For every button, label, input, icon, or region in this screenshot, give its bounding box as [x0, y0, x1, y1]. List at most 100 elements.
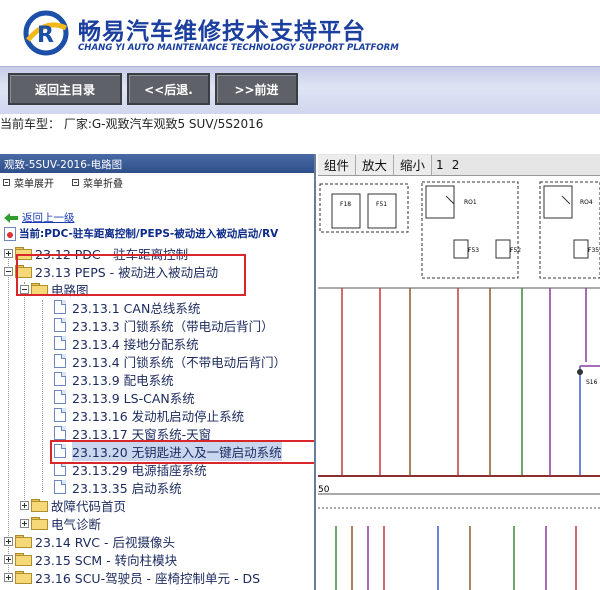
tree-item-scm[interactable]: 23.15 SCM - 转向柱模块 — [4, 550, 177, 568]
document-icon — [54, 354, 66, 368]
expand-toggle-icon[interactable] — [4, 572, 13, 582]
nav-toolbar: 返回主目录 <<后退. >>前进 — [0, 66, 600, 114]
tree-item-label: 23.13.9 配电系统 — [72, 372, 174, 388]
tree-item-label: 23.13.1 CAN总线系统 — [72, 300, 201, 316]
diagram-left-number: 50 — [318, 485, 330, 495]
current-vehicle: 当前车型： 厂家:G-观致汽车观致5 SUV/5S2016 — [0, 114, 600, 154]
tree-item-peps[interactable]: 23.13 PEPS - 被动进入被动启动 — [4, 262, 218, 280]
diagram-toolbar: 组件 放大 缩小 1 2 — [318, 154, 600, 176]
brand-subtitle: CHANG YI AUTO MAINTENANCE TECHNOLOGY SUP… — [78, 43, 399, 53]
tree-item-doc[interactable]: 23.13.16 发动机启动停止系统 — [54, 406, 244, 424]
back-arrow-icon — [4, 212, 18, 223]
app-header: R 畅易汽车维修技术支持平台 CHANG YI AUTO MAINTENANCE… — [0, 0, 600, 64]
tree-item-doc[interactable]: 23.13.17 天窗系统-天窗 — [54, 424, 211, 442]
document-icon — [54, 372, 66, 386]
fuse-label-f18: F18 — [340, 201, 351, 208]
tree-item-doc[interactable]: 23.13.9 LS-CAN系统 — [54, 388, 195, 406]
document-icon — [54, 318, 66, 332]
brand-logo-icon: R — [23, 10, 69, 56]
tree-item-label: 23.16 SCU-驾驶员 - 座椅控制单元 - DS — [35, 570, 261, 586]
page-1-link[interactable]: 1 — [432, 158, 448, 172]
document-icon — [54, 462, 66, 476]
back-button[interactable]: <<后退. — [127, 73, 210, 105]
tree-item-label: 23.13.9 LS-CAN系统 — [72, 390, 195, 406]
tree-item-doc[interactable]: 23.13.4 接地分配系统 — [54, 334, 199, 352]
folder-icon — [15, 247, 32, 260]
folder-icon — [31, 499, 48, 512]
expand-toggle-icon[interactable] — [4, 554, 13, 564]
expand-icon — [3, 178, 10, 186]
document-icon — [54, 300, 66, 314]
tree-item-label: 23.12 PDC - 驻车距离控制 — [35, 246, 189, 262]
up-level-link[interactable]: 返回上一级 — [4, 210, 75, 225]
menu-controls: 菜单展开 菜单折叠 — [0, 173, 314, 191]
current-path-text: 当前:PDC-驻车距离控制/PEPS-被动进入被动启动/RV — [19, 228, 279, 240]
tree-item-diagnosis[interactable]: 电气诊断 — [20, 514, 101, 532]
zoom-in-button[interactable]: 放大 — [356, 154, 395, 175]
document-icon — [54, 408, 66, 422]
tree-item-label: 电路图 — [51, 282, 89, 298]
tree-item-label: 23.13.16 发动机启动停止系统 — [72, 408, 245, 424]
page-2-link[interactable]: 2 — [448, 158, 464, 172]
tree-item-label: 23.13.35 启动系统 — [72, 480, 182, 496]
current-path: 当前:PDC-驻车距离控制/PEPS-被动进入被动启动/RV — [4, 226, 278, 241]
panel-title: 观致-5SUV-2016-电路图 — [0, 154, 314, 173]
fuse-label-f51: F51 — [376, 201, 387, 208]
tree-panel: 观致-5SUV-2016-电路图 菜单展开 菜单折叠 返回上一级 当前:PDC-… — [0, 154, 316, 590]
tree-item-pdc[interactable]: 23.12 PDC - 驻车距离控制 — [4, 244, 188, 262]
tree-item-circuit-diagrams[interactable]: 电路图 — [20, 280, 89, 298]
fuse-label-f52: F52 — [510, 247, 521, 254]
brand-title: 畅易汽车维修技术支持平台 — [78, 19, 366, 45]
tree-item-doc[interactable]: 23.13.1 CAN总线系统 — [54, 298, 200, 316]
folder-open-icon — [15, 265, 32, 278]
diagram-panel: 组件 放大 缩小 1 2 F18 F51 RO1 F53 F52 RO4 F35 — [318, 154, 600, 590]
tree-item-label: 23.13.3 门锁系统（带电动后背门） — [72, 318, 274, 334]
collapse-toggle-icon[interactable] — [4, 266, 13, 276]
up-level-label: 返回上一级 — [22, 212, 75, 224]
tree-item-doc[interactable]: 23.13.29 电源插座系统 — [54, 460, 207, 478]
folder-icon — [15, 535, 32, 548]
tree-item-label: 23.13.4 接地分配系统 — [72, 336, 199, 352]
tree-item-doc[interactable]: 23.13.9 配电系统 — [54, 370, 174, 388]
home-button[interactable]: 返回主目录 — [8, 73, 122, 105]
menu-expand-link[interactable]: 菜单展开 — [14, 175, 54, 190]
document-icon — [54, 480, 66, 494]
expand-toggle-icon[interactable] — [20, 518, 29, 528]
expand-toggle-icon[interactable] — [20, 500, 29, 510]
folder-icon — [31, 517, 48, 530]
tree-item-doc[interactable]: 23.13.35 启动系统 — [54, 478, 182, 496]
tree-item-label: 23.13.29 电源插座系统 — [72, 462, 207, 478]
relay-label-ro1: RO1 — [464, 199, 477, 206]
folder-icon — [15, 571, 32, 584]
zoom-out-button[interactable]: 缩小 — [394, 154, 433, 175]
tree-item-scu[interactable]: 23.16 SCU-驾驶员 - 座椅控制单元 - DS — [4, 568, 260, 586]
document-icon — [54, 336, 66, 350]
fuse-label-f53: F53 — [468, 247, 479, 254]
tree-item-label: 23.13.20 无钥匙进入及一键启动系统 — [72, 441, 282, 461]
fuse-label-f35: F35 — [588, 247, 599, 254]
tree-item-label: 电气诊断 — [51, 516, 102, 532]
tree-item-fault-codes[interactable]: 故障代码首页 — [20, 496, 126, 514]
document-icon — [54, 444, 66, 458]
tree-item-rvc[interactable]: 23.14 RVC - 后视摄像头 — [4, 532, 175, 550]
expand-toggle-icon[interactable] — [4, 248, 13, 258]
expand-toggle-icon[interactable] — [4, 536, 13, 546]
menu-collapse-link[interactable]: 菜单折叠 — [83, 175, 123, 190]
tree-item-doc[interactable]: 23.13.3 门锁系统（带电动后背门） — [54, 316, 274, 334]
tree-item-doc[interactable]: 23.13.4 门锁系统（不带电动后背门） — [54, 352, 286, 370]
component-button[interactable]: 组件 — [318, 154, 357, 175]
forward-button[interactable]: >>前进 — [215, 73, 298, 105]
wiring-diagram[interactable]: F18 F51 RO1 F53 F52 RO4 F35 S16 50 — [318, 176, 600, 590]
tree-item-label: 23.14 RVC - 后视摄像头 — [35, 534, 175, 550]
relay-label-ro4: RO4 — [580, 199, 593, 206]
splice-label: S16 — [586, 379, 598, 386]
collapse-icon — [72, 178, 79, 186]
folder-open-icon — [31, 283, 48, 296]
tree-item-doc-selected[interactable]: 23.13.20 无钥匙进入及一键启动系统 — [54, 441, 282, 461]
document-icon — [54, 426, 66, 440]
document-icon — [54, 390, 66, 404]
tree-item-label: 23.13.4 门锁系统（不带电动后背门） — [72, 354, 287, 370]
svg-text:R: R — [37, 23, 54, 48]
current-doc-icon — [4, 226, 16, 241]
collapse-toggle-icon[interactable] — [20, 284, 29, 294]
